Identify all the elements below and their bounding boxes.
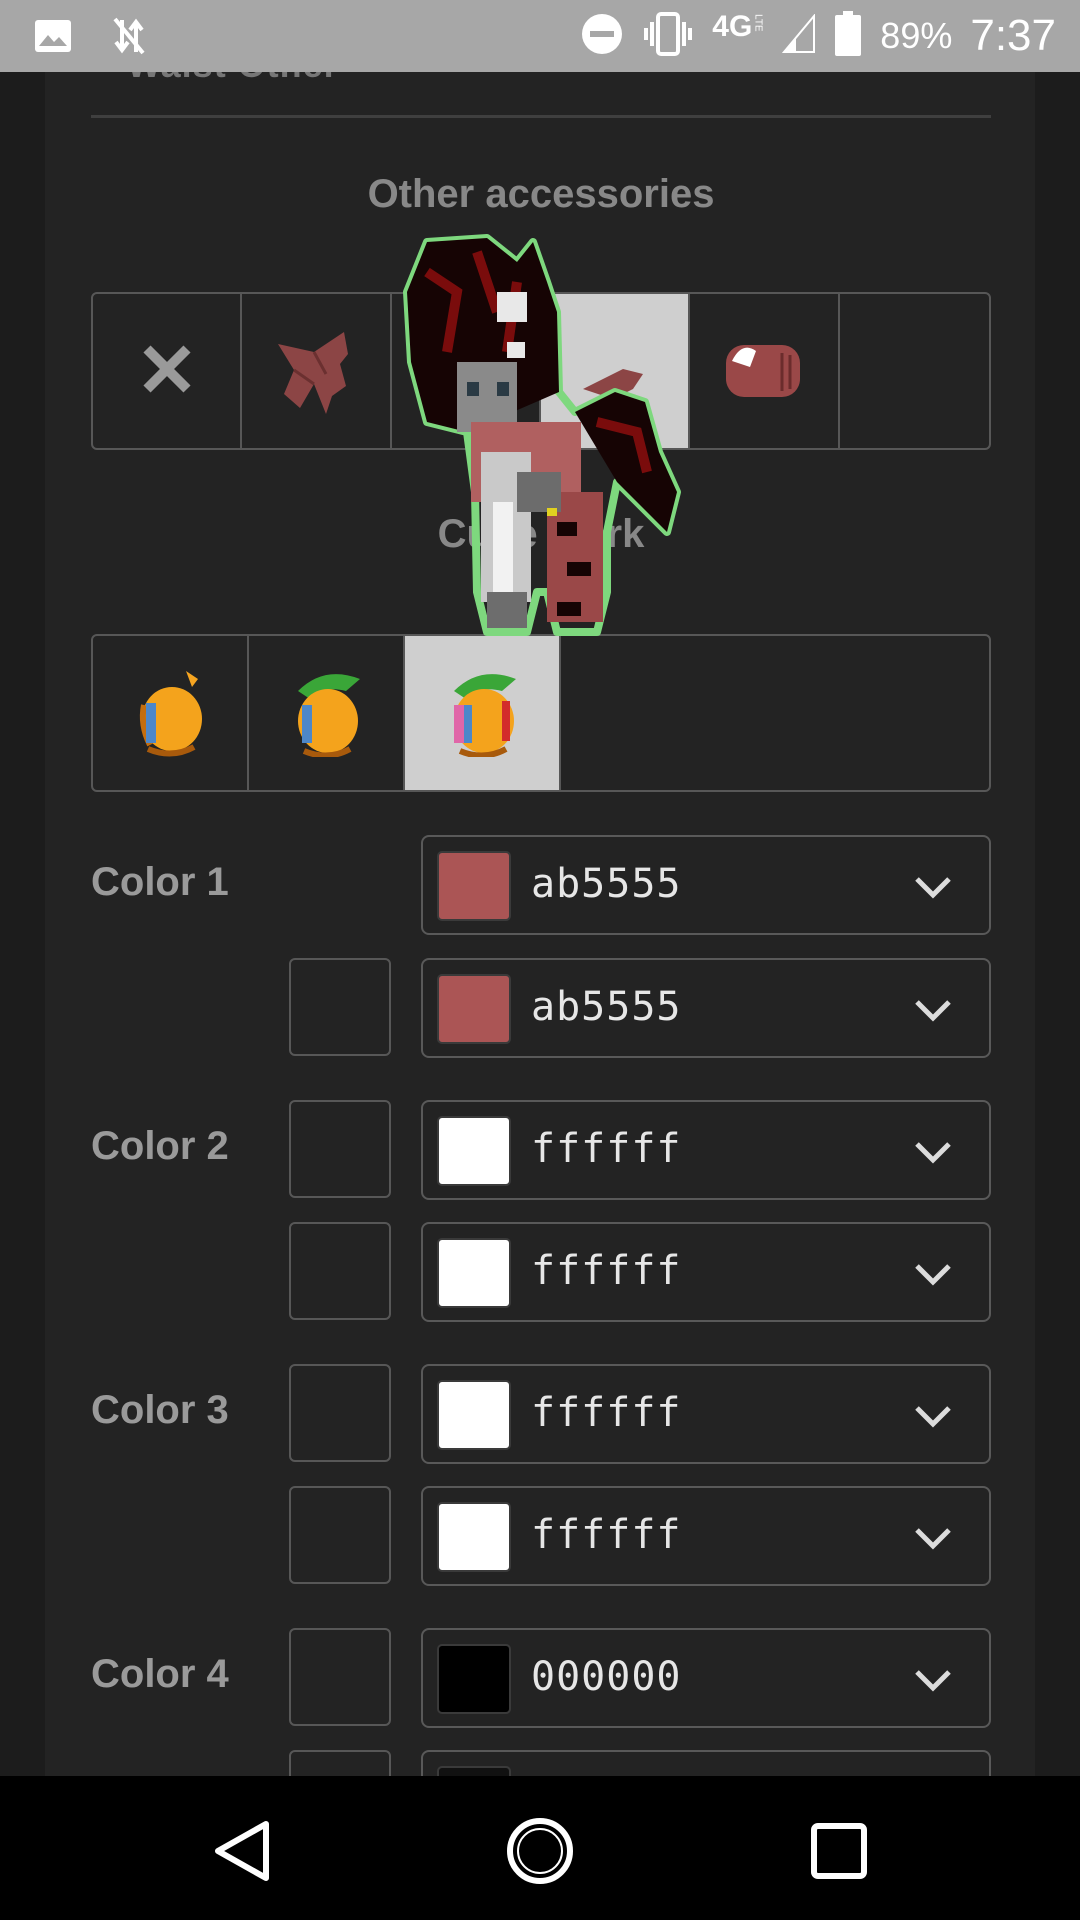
- status-bar: 4G LTE 89% 7:37: [0, 0, 1080, 72]
- clock: 7:37: [970, 11, 1056, 60]
- accessory-tile-empty[interactable]: [840, 294, 989, 448]
- color-4-lock-toggle[interactable]: [289, 1628, 391, 1726]
- color-swatch: [437, 1644, 511, 1714]
- color-swatch: [437, 1766, 511, 1776]
- pony-editor-panel: Waist Other Other accessories: [45, 72, 1035, 1776]
- data-off-icon: [112, 16, 146, 61]
- fruit-icon: [128, 665, 212, 762]
- color-swatch: [437, 851, 511, 921]
- color-4-label: Color 4: [91, 1652, 229, 1696]
- color-4-select-b[interactable]: [421, 1750, 991, 1776]
- divider: [91, 115, 991, 118]
- color-hex: ffffff: [531, 1126, 682, 1172]
- color-hex: ffffff: [531, 1512, 682, 1558]
- dnd-icon: [580, 12, 624, 61]
- color-swatch: [437, 1502, 511, 1572]
- cutie-mark-tile-1[interactable]: [93, 636, 249, 790]
- color-hex: 000000: [531, 1654, 682, 1700]
- signal-icon: [782, 12, 816, 59]
- color-2-label: Color 2: [91, 1124, 229, 1168]
- color-2-select-a[interactable]: ffffff: [421, 1100, 991, 1200]
- color-swatch: [437, 1380, 511, 1450]
- chevron-down-icon: [913, 1518, 953, 1558]
- color-1-label: Color 1: [91, 860, 229, 904]
- battery-percent: 89%: [880, 15, 953, 56]
- color-swatch: [437, 1116, 511, 1186]
- wing-icon: [274, 324, 358, 419]
- color-2-lock-toggle[interactable]: [289, 1100, 391, 1198]
- chevron-down-icon: [913, 867, 953, 907]
- chevron-down-icon: [913, 990, 953, 1030]
- back-icon[interactable]: [208, 1816, 278, 1886]
- color-1-select-a[interactable]: ab5555: [421, 835, 991, 935]
- system-nav-bar: [0, 1776, 1080, 1920]
- color-2b-lock-toggle[interactable]: [289, 1222, 391, 1320]
- color-4b-lock-toggle[interactable]: [289, 1750, 391, 1776]
- color-3-lock-toggle[interactable]: [289, 1364, 391, 1462]
- home-icon[interactable]: [505, 1816, 575, 1886]
- color-hex: ffffff: [531, 1248, 682, 1294]
- color-hex: ab5555: [531, 861, 682, 907]
- color-hex: ffffff: [531, 1390, 682, 1436]
- fruit-leaf-icon: [284, 665, 368, 762]
- color-3-select-b[interactable]: ffffff: [421, 1486, 991, 1586]
- color-3-label: Color 3: [91, 1388, 229, 1432]
- chevron-down-icon: [913, 1396, 953, 1436]
- tab-strip-partial[interactable]: Waist Other: [127, 72, 339, 86]
- color-3-select-a[interactable]: ffffff: [421, 1364, 991, 1464]
- color-2-select-b[interactable]: ffffff: [421, 1222, 991, 1322]
- chevron-down-icon: [913, 1660, 953, 1700]
- chevron-down-icon: [913, 1254, 953, 1294]
- battery-icon: [834, 10, 862, 62]
- color-4-select-a[interactable]: 000000: [421, 1628, 991, 1728]
- color-1-lock-toggle[interactable]: [289, 958, 391, 1056]
- pony-preview[interactable]: [397, 232, 817, 702]
- recents-icon[interactable]: [804, 1816, 874, 1886]
- accessories-title: Other accessories: [367, 172, 715, 216]
- x-icon: [139, 341, 195, 402]
- color-1-select-b[interactable]: ab5555: [421, 958, 991, 1058]
- color-hex: ab5555: [531, 984, 682, 1030]
- accessory-tile-wing[interactable]: [242, 294, 392, 448]
- accessory-tile-none[interactable]: [93, 294, 243, 448]
- network-4g-icon: 4G LTE: [712, 10, 764, 43]
- vibrate-icon: [642, 11, 694, 61]
- color-swatch: [437, 974, 511, 1044]
- cutie-mark-tile-2[interactable]: [249, 636, 405, 790]
- image-icon: [34, 17, 72, 60]
- chevron-down-icon: [913, 1132, 953, 1172]
- color-3b-lock-toggle[interactable]: [289, 1486, 391, 1584]
- color-swatch: [437, 1238, 511, 1308]
